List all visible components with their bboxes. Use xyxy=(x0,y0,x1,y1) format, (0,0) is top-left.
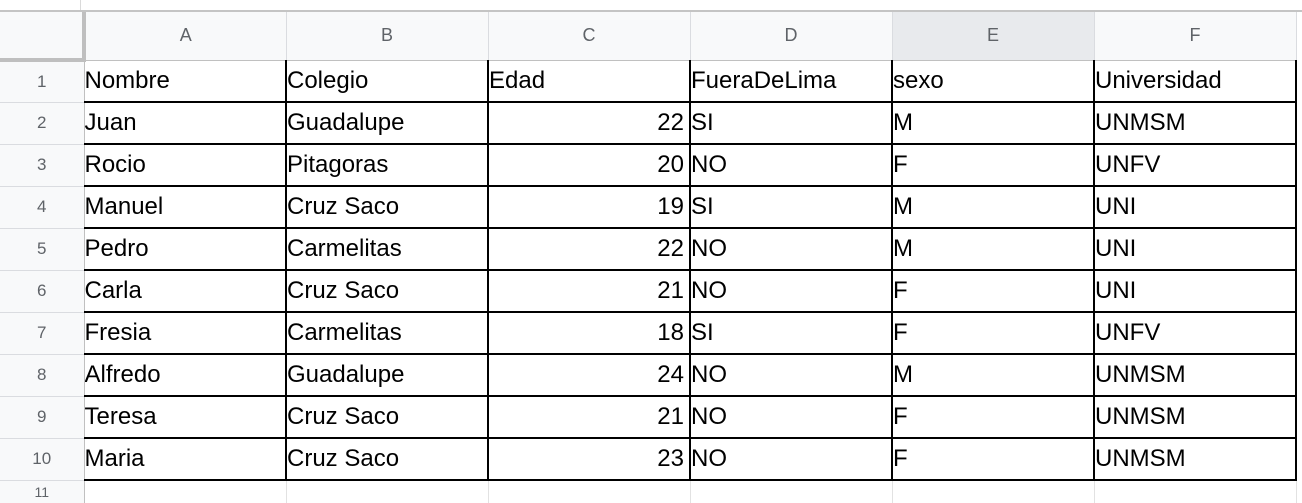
formula-bar-divider xyxy=(80,0,81,10)
cell[interactable]: SI xyxy=(690,312,893,355)
column-header-a[interactable]: A xyxy=(84,12,287,61)
column-header-e[interactable]: E xyxy=(892,12,1095,61)
cell[interactable]: UNI xyxy=(1094,186,1297,229)
cell[interactable]: FueraDeLima xyxy=(690,60,893,103)
row-header[interactable]: 8 xyxy=(0,354,85,397)
cell[interactable]: F xyxy=(892,438,1095,481)
spreadsheet-grid: A B C D E F 1 Nombre Colegio Edad FueraD… xyxy=(0,12,1297,503)
cell[interactable]: M xyxy=(892,228,1095,271)
cell[interactable]: Maria xyxy=(84,438,287,481)
cell[interactable]: 24 xyxy=(488,354,691,397)
table-row: 2 Juan Guadalupe 22 SI M UNMSM xyxy=(0,102,1297,145)
column-header-f[interactable]: F xyxy=(1094,12,1297,61)
cell[interactable]: Alfredo xyxy=(84,354,287,397)
empty-cell[interactable] xyxy=(488,480,691,503)
cell[interactable]: UNI xyxy=(1094,228,1297,271)
cell[interactable]: Juan xyxy=(84,102,287,145)
row-header[interactable]: 1 xyxy=(0,60,85,103)
empty-cell[interactable] xyxy=(690,480,893,503)
cell[interactable]: Carmelitas xyxy=(286,228,489,271)
column-header-b[interactable]: B xyxy=(286,12,489,61)
cell[interactable]: M xyxy=(892,186,1095,229)
cell[interactable]: Nombre xyxy=(84,60,287,103)
cell[interactable]: sexo xyxy=(892,60,1095,103)
table-row: 10 Maria Cruz Saco 23 NO F UNMSM xyxy=(0,438,1297,481)
table-row: 6 Carla Cruz Saco 21 NO F UNI xyxy=(0,270,1297,313)
cell[interactable]: F xyxy=(892,396,1095,439)
cell[interactable]: 20 xyxy=(488,144,691,187)
row-header[interactable]: 5 xyxy=(0,228,85,271)
cell[interactable]: NO xyxy=(690,438,893,481)
cell[interactable]: Carla xyxy=(84,270,287,313)
cell[interactable]: Edad xyxy=(488,60,691,103)
empty-cell[interactable] xyxy=(84,480,287,503)
cell[interactable]: NO xyxy=(690,144,893,187)
cell[interactable]: Cruz Saco xyxy=(286,186,489,229)
row-header[interactable]: 3 xyxy=(0,144,85,187)
cell[interactable]: Cruz Saco xyxy=(286,438,489,481)
row-header[interactable]: 4 xyxy=(0,186,85,229)
cell[interactable]: Teresa xyxy=(84,396,287,439)
cell[interactable]: UNMSM xyxy=(1094,354,1297,397)
cell[interactable]: UNMSM xyxy=(1094,396,1297,439)
select-all-corner[interactable] xyxy=(0,12,86,62)
cell[interactable]: Carmelitas xyxy=(286,312,489,355)
cell[interactable]: 23 xyxy=(488,438,691,481)
empty-cell[interactable] xyxy=(1094,480,1297,503)
empty-cell[interactable] xyxy=(892,480,1095,503)
cell[interactable]: F xyxy=(892,270,1095,313)
row-header[interactable]: 7 xyxy=(0,312,85,355)
cell[interactable]: Fresia xyxy=(84,312,287,355)
column-header-row: A B C D E F xyxy=(0,12,1297,62)
column-header-d[interactable]: D xyxy=(690,12,893,61)
cell[interactable]: UNFV xyxy=(1094,144,1297,187)
cell[interactable]: 22 xyxy=(488,228,691,271)
table-row: 11 xyxy=(0,480,1297,503)
cell[interactable]: UNI xyxy=(1094,270,1297,313)
cell[interactable]: NO xyxy=(690,354,893,397)
cell[interactable]: Pedro xyxy=(84,228,287,271)
table-row: 4 Manuel Cruz Saco 19 SI M UNI xyxy=(0,186,1297,229)
cell[interactable]: Rocio xyxy=(84,144,287,187)
row-header[interactable]: 9 xyxy=(0,396,85,439)
cell[interactable]: Guadalupe xyxy=(286,354,489,397)
table-row: 8 Alfredo Guadalupe 24 NO M UNMSM xyxy=(0,354,1297,397)
table-row: 3 Rocio Pitagoras 20 NO F UNFV xyxy=(0,144,1297,187)
cell[interactable]: 21 xyxy=(488,270,691,313)
cell[interactable]: Guadalupe xyxy=(286,102,489,145)
table-row: 5 Pedro Carmelitas 22 NO M UNI xyxy=(0,228,1297,271)
cell[interactable]: M xyxy=(892,102,1095,145)
cell[interactable]: F xyxy=(892,144,1095,187)
column-header-c[interactable]: C xyxy=(488,12,691,61)
cell[interactable]: UNMSM xyxy=(1094,102,1297,145)
cell[interactable]: M xyxy=(892,354,1095,397)
cell[interactable]: 21 xyxy=(488,396,691,439)
table-row: 7 Fresia Carmelitas 18 SI F UNFV xyxy=(0,312,1297,355)
row-header[interactable]: 6 xyxy=(0,270,85,313)
cell[interactable]: 18 xyxy=(488,312,691,355)
cell[interactable]: 19 xyxy=(488,186,691,229)
cell[interactable]: Manuel xyxy=(84,186,287,229)
cell[interactable]: Pitagoras xyxy=(286,144,489,187)
cell[interactable]: SI xyxy=(690,102,893,145)
cell[interactable]: 22 xyxy=(488,102,691,145)
row-header[interactable]: 11 xyxy=(0,480,85,503)
empty-cell[interactable] xyxy=(286,480,489,503)
cell[interactable]: UNMSM xyxy=(1094,438,1297,481)
row-header[interactable]: 10 xyxy=(0,438,85,481)
cell[interactable]: SI xyxy=(690,186,893,229)
cell[interactable]: Universidad xyxy=(1094,60,1297,103)
formula-bar xyxy=(0,0,1302,12)
cell[interactable]: NO xyxy=(690,270,893,313)
cell[interactable]: UNFV xyxy=(1094,312,1297,355)
cell[interactable]: Colegio xyxy=(286,60,489,103)
cell[interactable]: Cruz Saco xyxy=(286,270,489,313)
table-row: 9 Teresa Cruz Saco 21 NO F UNMSM xyxy=(0,396,1297,439)
table-row: 1 Nombre Colegio Edad FueraDeLima sexo U… xyxy=(0,60,1297,103)
row-header[interactable]: 2 xyxy=(0,102,85,145)
cell[interactable]: NO xyxy=(690,228,893,271)
cell[interactable]: F xyxy=(892,312,1095,355)
cell[interactable]: Cruz Saco xyxy=(286,396,489,439)
cell[interactable]: NO xyxy=(690,396,893,439)
